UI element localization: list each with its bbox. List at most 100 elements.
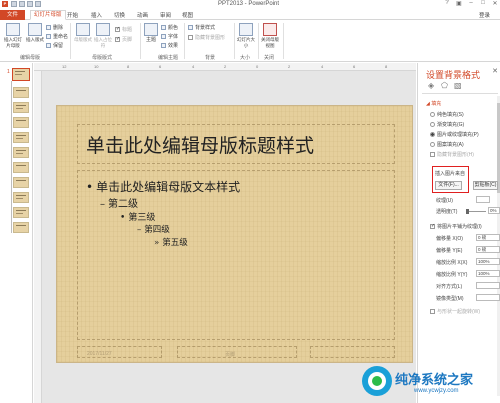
slide-title[interactable]: 单击此处编辑母版标题样式 [86,131,314,158]
horizontal-ruler: 12 10 8 6 4 2 0 2 4 6 8 [34,63,416,71]
texture-picker[interactable] [476,196,490,203]
title-bar: P PPT2013 - PowerPoint ? ▣ – □ ✕ [0,0,500,10]
thumbnail-layout[interactable] [13,132,29,143]
slide-master-canvas[interactable]: 单击此处编辑母版标题样式 • 单击此处编辑母版文本样式 – 第二级 • 第三级 – 第四… [56,105,413,363]
file-button[interactable]: 文件(F)... [435,181,462,190]
hide-background-option[interactable]: 隐藏背景图形(H) [430,151,474,158]
thumbnail-layout[interactable] [13,147,29,158]
text-level-3[interactable]: • 第三级 [120,210,155,223]
slide-master-icon [6,23,20,36]
effects-dropdown[interactable]: 效果 [161,42,178,49]
group-separator [283,23,284,59]
thumbnail-layout[interactable] [13,87,29,98]
title-checkbox-box [115,26,120,32]
footer-date[interactable]: 2017/11/27 [87,351,112,357]
help-icon[interactable]: ? [444,0,450,7]
sign-in-link[interactable]: 登录 [479,11,490,19]
scale-x-input[interactable]: 100% [476,258,500,265]
thumbnail-layout[interactable] [13,117,29,128]
rotate-with-shape-checkbox[interactable]: 与形状一起旋转(W) [430,308,480,315]
tab-transitions[interactable]: 切换 [114,11,125,19]
background-styles-dropdown[interactable]: 背景样式 [188,24,215,31]
gradient-fill-option[interactable]: 渐变填充(G) [430,121,464,128]
group-separator [184,23,185,59]
title-checkbox[interactable]: 标题 [115,26,132,33]
transparency-label: 透明度(T) [436,209,458,215]
master-layout-button[interactable]: 母版版式 [74,23,92,43]
tab-home[interactable]: 开始 [67,11,78,19]
insert-slide-master-button[interactable]: 插入幻灯片母版 [2,23,24,49]
text-level-4[interactable]: – 第四级 [137,223,170,235]
close-icon[interactable]: ✕ [492,0,498,7]
mirror-type-label: 镜像类型(M) [436,296,464,302]
footer-checkbox[interactable]: 页脚 [115,36,132,43]
thumbnail-layout[interactable] [13,102,29,113]
mirror-type-dropdown[interactable] [476,294,500,301]
fonts-dropdown[interactable]: 字体 [161,33,178,40]
undo-icon[interactable] [19,1,25,7]
clipboard-button[interactable]: 剪贴板(C) [473,181,498,190]
effects-icon[interactable]: ⬠ [441,81,448,90]
footer-text[interactable]: 页脚 [225,351,235,358]
save-icon[interactable] [11,1,17,7]
delete-button[interactable]: 删除 [46,24,63,31]
rename-button[interactable]: 重命名 [46,33,68,40]
thumbnail-layout[interactable] [13,177,29,188]
group-label-master-layout: 母版版式 [92,55,113,61]
maximize-icon[interactable]: □ [480,0,486,7]
footer-placeholder[interactable] [177,346,297,358]
preserve-button[interactable]: 保留 [46,42,63,49]
pane-close-icon[interactable]: ✕ [492,67,498,75]
thumbnail-layout[interactable] [13,207,29,218]
solid-fill-option[interactable]: 纯色填充(S) [430,111,464,118]
slide-thumbnail-panel: 1 [0,63,33,403]
text-level-5[interactable]: » 第五级 [154,236,188,248]
start-slideshow-icon[interactable] [35,1,41,7]
insert-placeholder-button[interactable]: 插入占位符 [93,23,113,49]
picture-icon[interactable]: ▧ [454,81,462,90]
radio-selected-icon [430,132,435,137]
hide-bg-graphics-checkbox[interactable]: 隐藏背景图形 [188,34,225,41]
fill-section-header[interactable]: ◢ 填充 [426,100,441,107]
themes-button[interactable]: 主题 [143,23,159,43]
group-label-size: 大小 [240,55,251,61]
group-label-edit-theme: 编辑主题 [158,55,179,61]
transparency-slider-handle[interactable] [466,209,469,214]
minimize-icon[interactable]: – [468,0,474,7]
slide-number-placeholder[interactable] [310,346,395,358]
pattern-fill-option[interactable]: 图案填充(A) [430,141,464,148]
ribbon-display-icon[interactable]: ▣ [456,0,462,7]
picture-fill-option[interactable]: 图片或纹理填充(P) [430,131,479,138]
scale-x-label: 缩放比例 X(X) [436,260,468,266]
thumbnail-layout[interactable] [13,162,29,173]
fill-icon[interactable]: ◈ [428,81,434,90]
tab-slide-master[interactable]: 幻灯片母版 [30,10,66,20]
thumbnail-number: 1 [7,69,10,75]
tab-insert[interactable]: 插入 [91,11,102,19]
tab-review[interactable]: 审阅 [160,11,171,19]
transparency-input[interactable]: 0% [488,207,500,214]
background-styles-icon [188,25,193,30]
offset-x-input[interactable]: 0 磅 [476,234,500,241]
pane-divider [422,93,498,94]
layout-icon [28,23,42,36]
transparency-slider[interactable] [466,211,486,212]
tab-animations[interactable]: 动画 [137,11,148,19]
alignment-dropdown[interactable] [476,282,500,289]
scale-y-input[interactable]: 100% [476,270,500,277]
close-master-view-button[interactable]: 关闭母版视图 [260,23,280,49]
tab-file[interactable]: 文件 [0,10,25,20]
thumbnail-layout[interactable] [13,192,29,203]
tab-view[interactable]: 视图 [182,11,193,19]
slide-size-button[interactable]: 幻灯片大小 [236,23,256,49]
redo-icon[interactable] [27,1,33,7]
checkbox-icon [430,309,435,314]
thumbnail-layout[interactable] [13,222,29,233]
thumbnail-master[interactable] [12,68,30,81]
colors-dropdown[interactable]: 颜色 [161,24,178,31]
offset-y-input[interactable]: 0 磅 [476,246,500,253]
text-level-1[interactable]: • 单击此处编辑母版文本样式 [86,178,240,195]
insert-layout-button[interactable]: 插入版式 [25,23,45,43]
text-level-2[interactable]: – 第二级 [100,195,138,210]
tile-picture-checkbox[interactable]: 将图片平铺为纹理(I) [430,223,482,230]
